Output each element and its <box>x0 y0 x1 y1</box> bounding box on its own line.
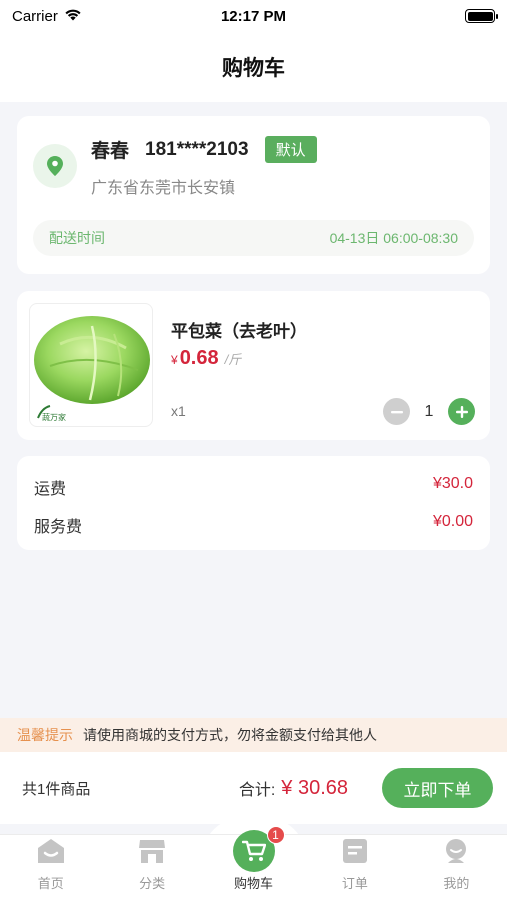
tab-profile-label: 我的 <box>443 876 470 891</box>
price-symbol: ¥ <box>171 353 178 367</box>
increase-button[interactable] <box>448 398 475 425</box>
store-icon <box>138 838 166 867</box>
service-value: ¥0.00 <box>432 513 473 530</box>
delivery-time: 04-13日 06:00-08:30 <box>329 230 458 246</box>
tab-orders[interactable]: 订单 <box>304 835 405 900</box>
status-time: 12:17 PM <box>220 7 287 25</box>
status-bar: Carrier 12:17 PM <box>0 0 507 32</box>
wifi-icon <box>64 8 82 25</box>
total-label: 合计: <box>238 782 276 799</box>
total-value: ¥ 30.68 <box>281 776 348 799</box>
cart-item: 蔬万家 平包菜（去老叶） ¥ 0.68 /斤 x1 1 <box>17 291 490 440</box>
item-count: 共1件商品 <box>22 780 91 798</box>
profile-icon <box>443 838 469 867</box>
tab-cart-label: 购物车 <box>234 876 274 891</box>
delivery-label: 配送时间 <box>49 230 105 246</box>
cart-badge: 1 <box>266 826 285 844</box>
image-watermark: 蔬万家 <box>42 412 66 422</box>
delivery-time-selector[interactable]: 配送时间 04-13日 06:00-08:30 <box>33 220 474 256</box>
shipping-fee-row: 运费 ¥30.0 <box>34 475 473 499</box>
tab-category[interactable]: 分类 <box>101 835 202 900</box>
minus-icon <box>390 410 403 413</box>
price-unit: /斤 <box>224 352 242 367</box>
tab-profile[interactable]: 我的 <box>406 835 507 900</box>
default-badge: 默认 <box>264 136 317 163</box>
quantity-label: x1 <box>171 403 186 419</box>
receiver-name: 春春 <box>91 141 130 162</box>
fee-card: 运费 ¥30.0 服务费 ¥0.00 <box>17 456 490 550</box>
carrier-label: Carrier <box>12 7 58 25</box>
nav-bar: 购物车 <box>0 32 507 102</box>
notice-label: 温馨提示 <box>17 727 73 743</box>
quantity-stepper: 1 <box>383 398 475 425</box>
price-value: 0.68 <box>179 347 219 369</box>
notice-text: 请使用商城的支付方式，勿将金额支付给其他人 <box>83 727 377 743</box>
tab-orders-label: 订单 <box>341 876 368 891</box>
order-icon <box>342 838 368 867</box>
plus-icon <box>455 405 468 418</box>
tab-bar: 首页 分类 1 购物车 订单 我的 <box>0 826 507 900</box>
product-price: ¥ 0.68 /斤 <box>171 347 241 370</box>
service-label: 服务费 <box>34 519 83 536</box>
address-card[interactable]: 春春 181****2103 默认 广东省东莞市长安镇 配送时间 04-13日 … <box>17 116 490 274</box>
shipping-value: ¥30.0 <box>432 475 473 492</box>
cart-icon: 1 <box>232 826 285 872</box>
decrease-button[interactable] <box>383 398 410 425</box>
receiver-phone: 181****2103 <box>145 138 249 160</box>
place-order-button[interactable]: 立即下单 <box>382 768 493 808</box>
service-fee-row: 服务费 ¥0.00 <box>34 513 473 537</box>
battery-icon <box>465 9 498 23</box>
tab-cart[interactable]: 1 购物车 <box>203 826 304 900</box>
notice-bar: 温馨提示 请使用商城的支付方式，勿将金额支付给其他人 <box>0 718 507 752</box>
product-image[interactable]: 蔬万家 <box>29 303 153 427</box>
page-title: 购物车 <box>222 57 285 80</box>
home-icon <box>37 838 65 867</box>
address-detail: 广东省东莞市长安镇 <box>91 180 236 197</box>
tab-home-label: 首页 <box>37 876 64 891</box>
location-pin-icon <box>33 144 77 188</box>
tab-category-label: 分类 <box>139 876 166 891</box>
tab-home[interactable]: 首页 <box>0 835 101 900</box>
quantity-value: 1 <box>424 402 434 420</box>
shipping-label: 运费 <box>34 481 67 498</box>
product-name: 平包菜（去老叶） <box>171 322 307 341</box>
